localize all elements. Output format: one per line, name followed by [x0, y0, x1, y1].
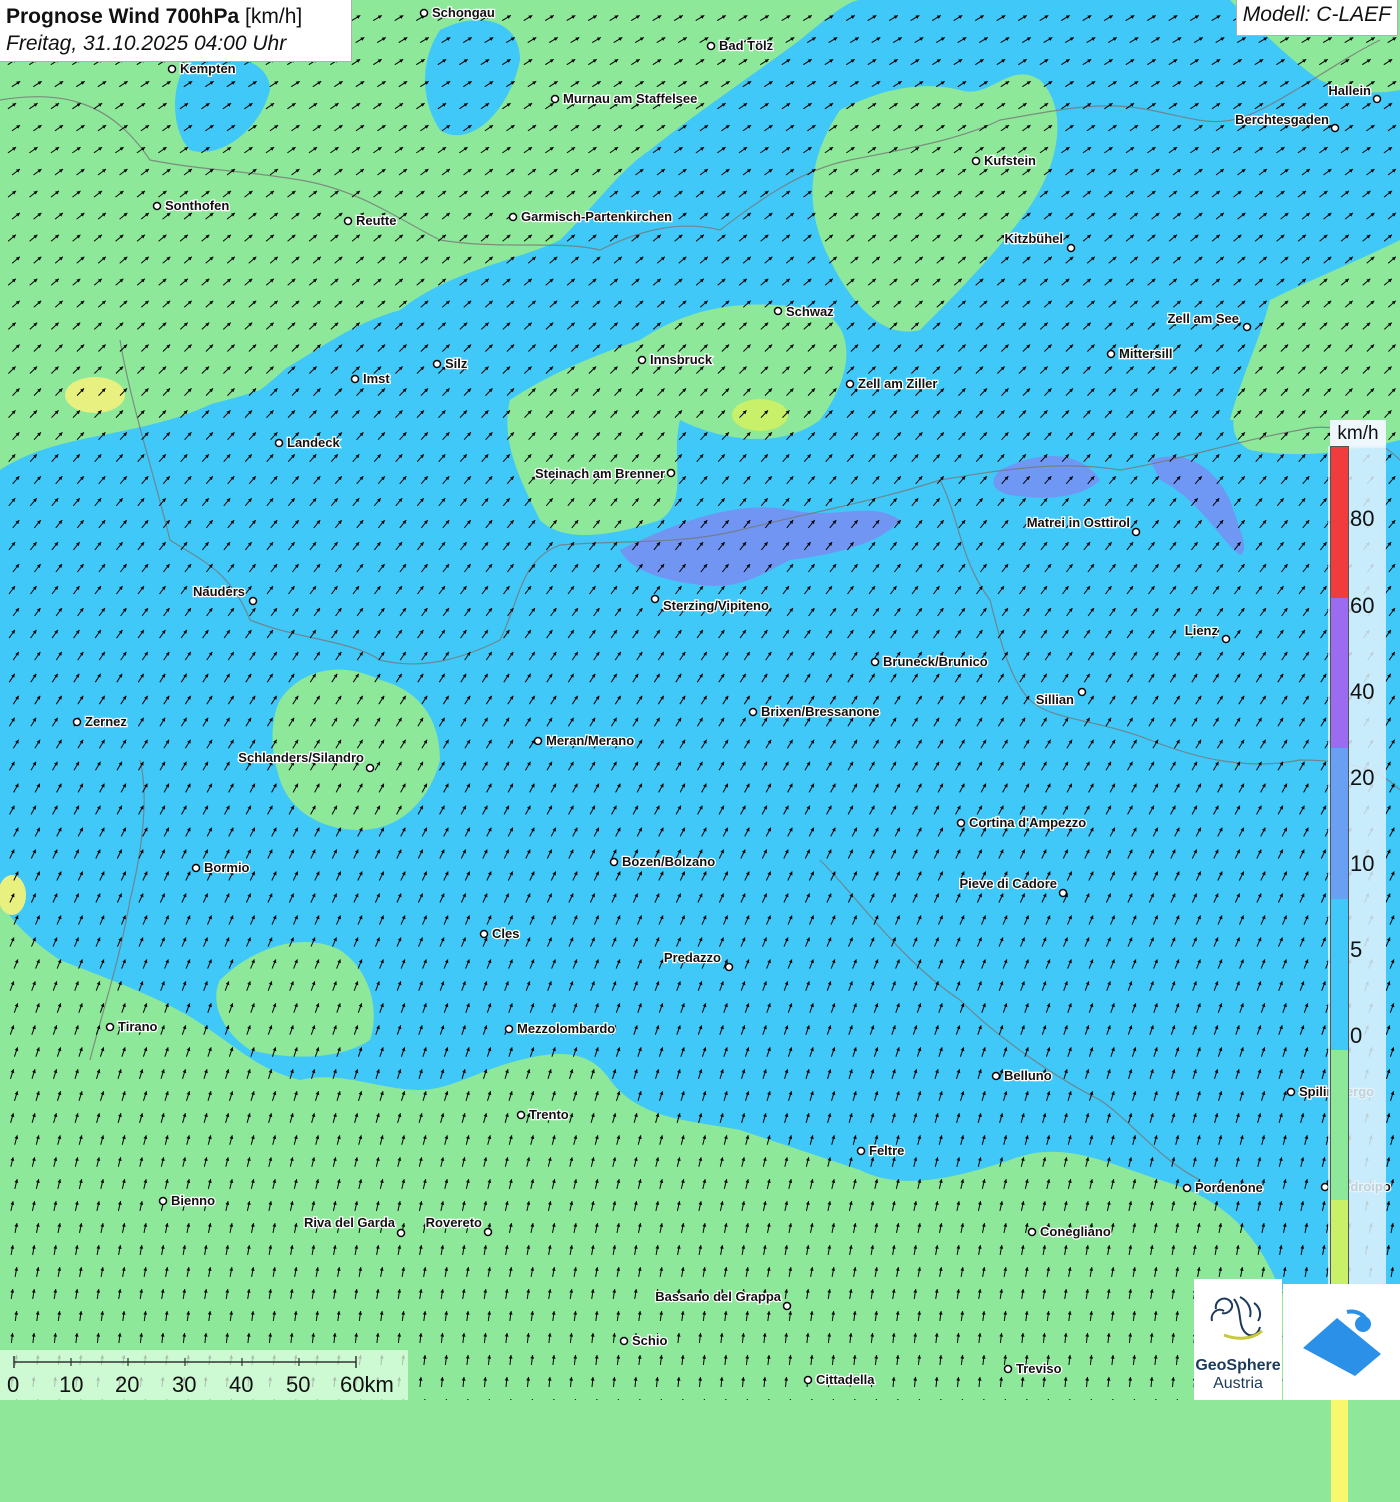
calm-patch-1 — [65, 377, 125, 413]
wind-map: SchongauBad TölzKemptenMurnau am Staffel… — [0, 0, 1400, 1400]
calm-patch-2 — [732, 399, 788, 431]
